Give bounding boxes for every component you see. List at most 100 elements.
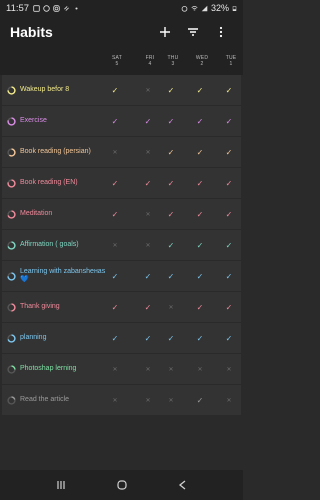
check-icon[interactable]: ✓ [137, 292, 159, 322]
check-icon[interactable]: ✓ [189, 323, 211, 353]
check-icon[interactable]: ✓ [218, 261, 240, 291]
check-icon[interactable]: ✓ [189, 385, 211, 415]
link-icon [64, 5, 69, 11]
check-icon[interactable]: ✓ [104, 323, 126, 353]
check-icon[interactable]: ✓ [104, 292, 126, 322]
check-icon[interactable]: ✓ [218, 168, 240, 198]
habit-name: planning [20, 334, 47, 341]
check-icon[interactable]: ✓ [189, 106, 211, 136]
habit-row[interactable]: Learning with zabansheнas 💙 ✓ ✓ ✓ ✓ ✓ [2, 261, 241, 291]
habit-row[interactable]: Affirmation ( goals) ✕ ✕ ✓ ✓ ✓ [2, 230, 241, 260]
check-icon[interactable]: ✓ [160, 230, 182, 260]
check-icon[interactable]: ✓ [218, 137, 240, 167]
plus-icon [160, 27, 170, 37]
check-icon[interactable]: ✓ [189, 230, 211, 260]
check-icon[interactable]: ✓ [218, 323, 240, 353]
cross-icon[interactable]: ✕ [137, 137, 159, 167]
check-icon[interactable]: ✓ [104, 199, 126, 229]
back-icon [178, 480, 185, 490]
habit-row[interactable]: Meditation ✓ ✕ ✓ ✓ ✓ [2, 199, 241, 229]
recents-icon [56, 481, 65, 489]
habit-score-ring-icon [7, 210, 16, 219]
day-number: 3 [171, 61, 175, 67]
page-title: Habits [10, 24, 53, 40]
habit-name: Meditation [20, 210, 53, 217]
habit-score-ring-icon [7, 272, 16, 281]
cross-icon[interactable]: ✕ [218, 385, 240, 415]
notification-dot-icon [75, 6, 78, 10]
check-icon[interactable]: ✓ [160, 168, 182, 198]
habit-row[interactable]: Book reading (persian) ✕ ✕ ✓ ✓ ✓ [2, 137, 241, 167]
cross-icon[interactable]: ✕ [218, 354, 240, 384]
habit-name: Thank giving [20, 303, 60, 310]
check-icon[interactable]: ✓ [189, 199, 211, 229]
habit-row[interactable]: Book reading (EN) ✓ ✓ ✓ ✓ ✓ [2, 168, 241, 198]
day-column-header: FRI 4 [139, 55, 161, 67]
check-icon[interactable]: ✓ [189, 168, 211, 198]
habit-name: Affirmation ( goals) [20, 241, 79, 248]
app-bar: Habits [0, 16, 243, 48]
cross-icon[interactable]: ✕ [160, 354, 182, 384]
check-icon[interactable]: ✓ [104, 261, 126, 291]
check-icon[interactable]: ✓ [160, 106, 182, 136]
cross-icon[interactable]: ✕ [137, 354, 159, 384]
filter-button[interactable] [181, 20, 205, 44]
habit-row[interactable]: Photoshap lerning ✕ ✕ ✕ ✕ ✕ [2, 354, 241, 384]
habit-name: Learning with zabansheнas 💙 [20, 268, 106, 283]
check-icon[interactable]: ✓ [218, 199, 240, 229]
filter-icon [188, 28, 198, 36]
check-icon[interactable]: ✓ [160, 75, 182, 105]
recent-apps-button[interactable] [46, 473, 76, 497]
home-button[interactable] [107, 473, 137, 497]
check-icon[interactable]: ✓ [137, 323, 159, 353]
check-icon[interactable]: ✓ [189, 75, 211, 105]
overflow-menu-button[interactable] [209, 20, 233, 44]
day-column-header: THU 3 [162, 55, 184, 67]
cross-icon[interactable]: ✕ [160, 292, 182, 322]
habit-list: Wakeup befor 8 ✓ ✕ ✓ ✓ ✓ Exercise ✓ ✓ ✓ ✓ ✓ Book rea… [0, 75, 243, 416]
habit-name: Book reading (persian) [20, 148, 91, 155]
day-number: 4 [148, 61, 152, 67]
check-icon[interactable]: ✓ [189, 292, 211, 322]
check-icon[interactable]: ✓ [137, 106, 159, 136]
habit-row[interactable]: Wakeup befor 8 ✓ ✕ ✓ ✓ ✓ [2, 75, 241, 105]
check-icon[interactable]: ✓ [104, 75, 126, 105]
check-icon[interactable]: ✓ [189, 261, 211, 291]
check-icon[interactable]: ✓ [218, 75, 240, 105]
habit-row[interactable]: planning ✓ ✓ ✓ ✓ ✓ [2, 323, 241, 353]
cross-icon[interactable]: ✕ [104, 230, 126, 260]
cross-icon[interactable]: ✕ [160, 385, 182, 415]
check-icon[interactable]: ✓ [160, 323, 182, 353]
cross-icon[interactable]: ✕ [104, 385, 126, 415]
cross-icon[interactable]: ✕ [137, 75, 159, 105]
cross-icon[interactable]: ✕ [137, 199, 159, 229]
habit-score-ring-icon [7, 179, 16, 188]
cross-icon[interactable]: ✕ [104, 137, 126, 167]
cross-icon[interactable]: ✕ [137, 230, 159, 260]
check-icon[interactable]: ✓ [137, 168, 159, 198]
cross-icon[interactable]: ✕ [189, 354, 211, 384]
check-icon[interactable]: ✓ [160, 199, 182, 229]
day-column-header: SAT 5 [106, 55, 128, 67]
check-icon[interactable]: ✓ [160, 261, 182, 291]
check-icon[interactable]: ✓ [104, 168, 126, 198]
habit-row[interactable]: Thank giving ✓ ✓ ✕ ✓ ✓ [2, 292, 241, 322]
check-icon[interactable]: ✓ [218, 106, 240, 136]
cross-icon[interactable]: ✕ [104, 354, 126, 384]
check-icon[interactable]: ✓ [218, 230, 240, 260]
back-button[interactable] [168, 473, 198, 497]
check-icon[interactable]: ✓ [104, 106, 126, 136]
day-header: SAT 5 FRI 4 THU 3 WED 2 TUE 1 [0, 48, 243, 75]
habit-row[interactable]: Exercise ✓ ✓ ✓ ✓ ✓ [2, 106, 241, 136]
check-icon[interactable]: ✓ [218, 292, 240, 322]
wifi-icon [191, 5, 198, 11]
habit-score-ring-icon [7, 241, 16, 250]
day-column-header: WED 2 [191, 55, 213, 67]
habit-row[interactable]: Read the article ✕ ✕ ✕ ✓ ✕ [2, 385, 241, 415]
check-icon[interactable]: ✓ [137, 261, 159, 291]
check-icon[interactable]: ✓ [189, 137, 211, 167]
add-habit-button[interactable] [153, 20, 177, 44]
cross-icon[interactable]: ✕ [137, 385, 159, 415]
check-icon[interactable]: ✓ [160, 137, 182, 167]
gallery-icon [33, 4, 40, 12]
